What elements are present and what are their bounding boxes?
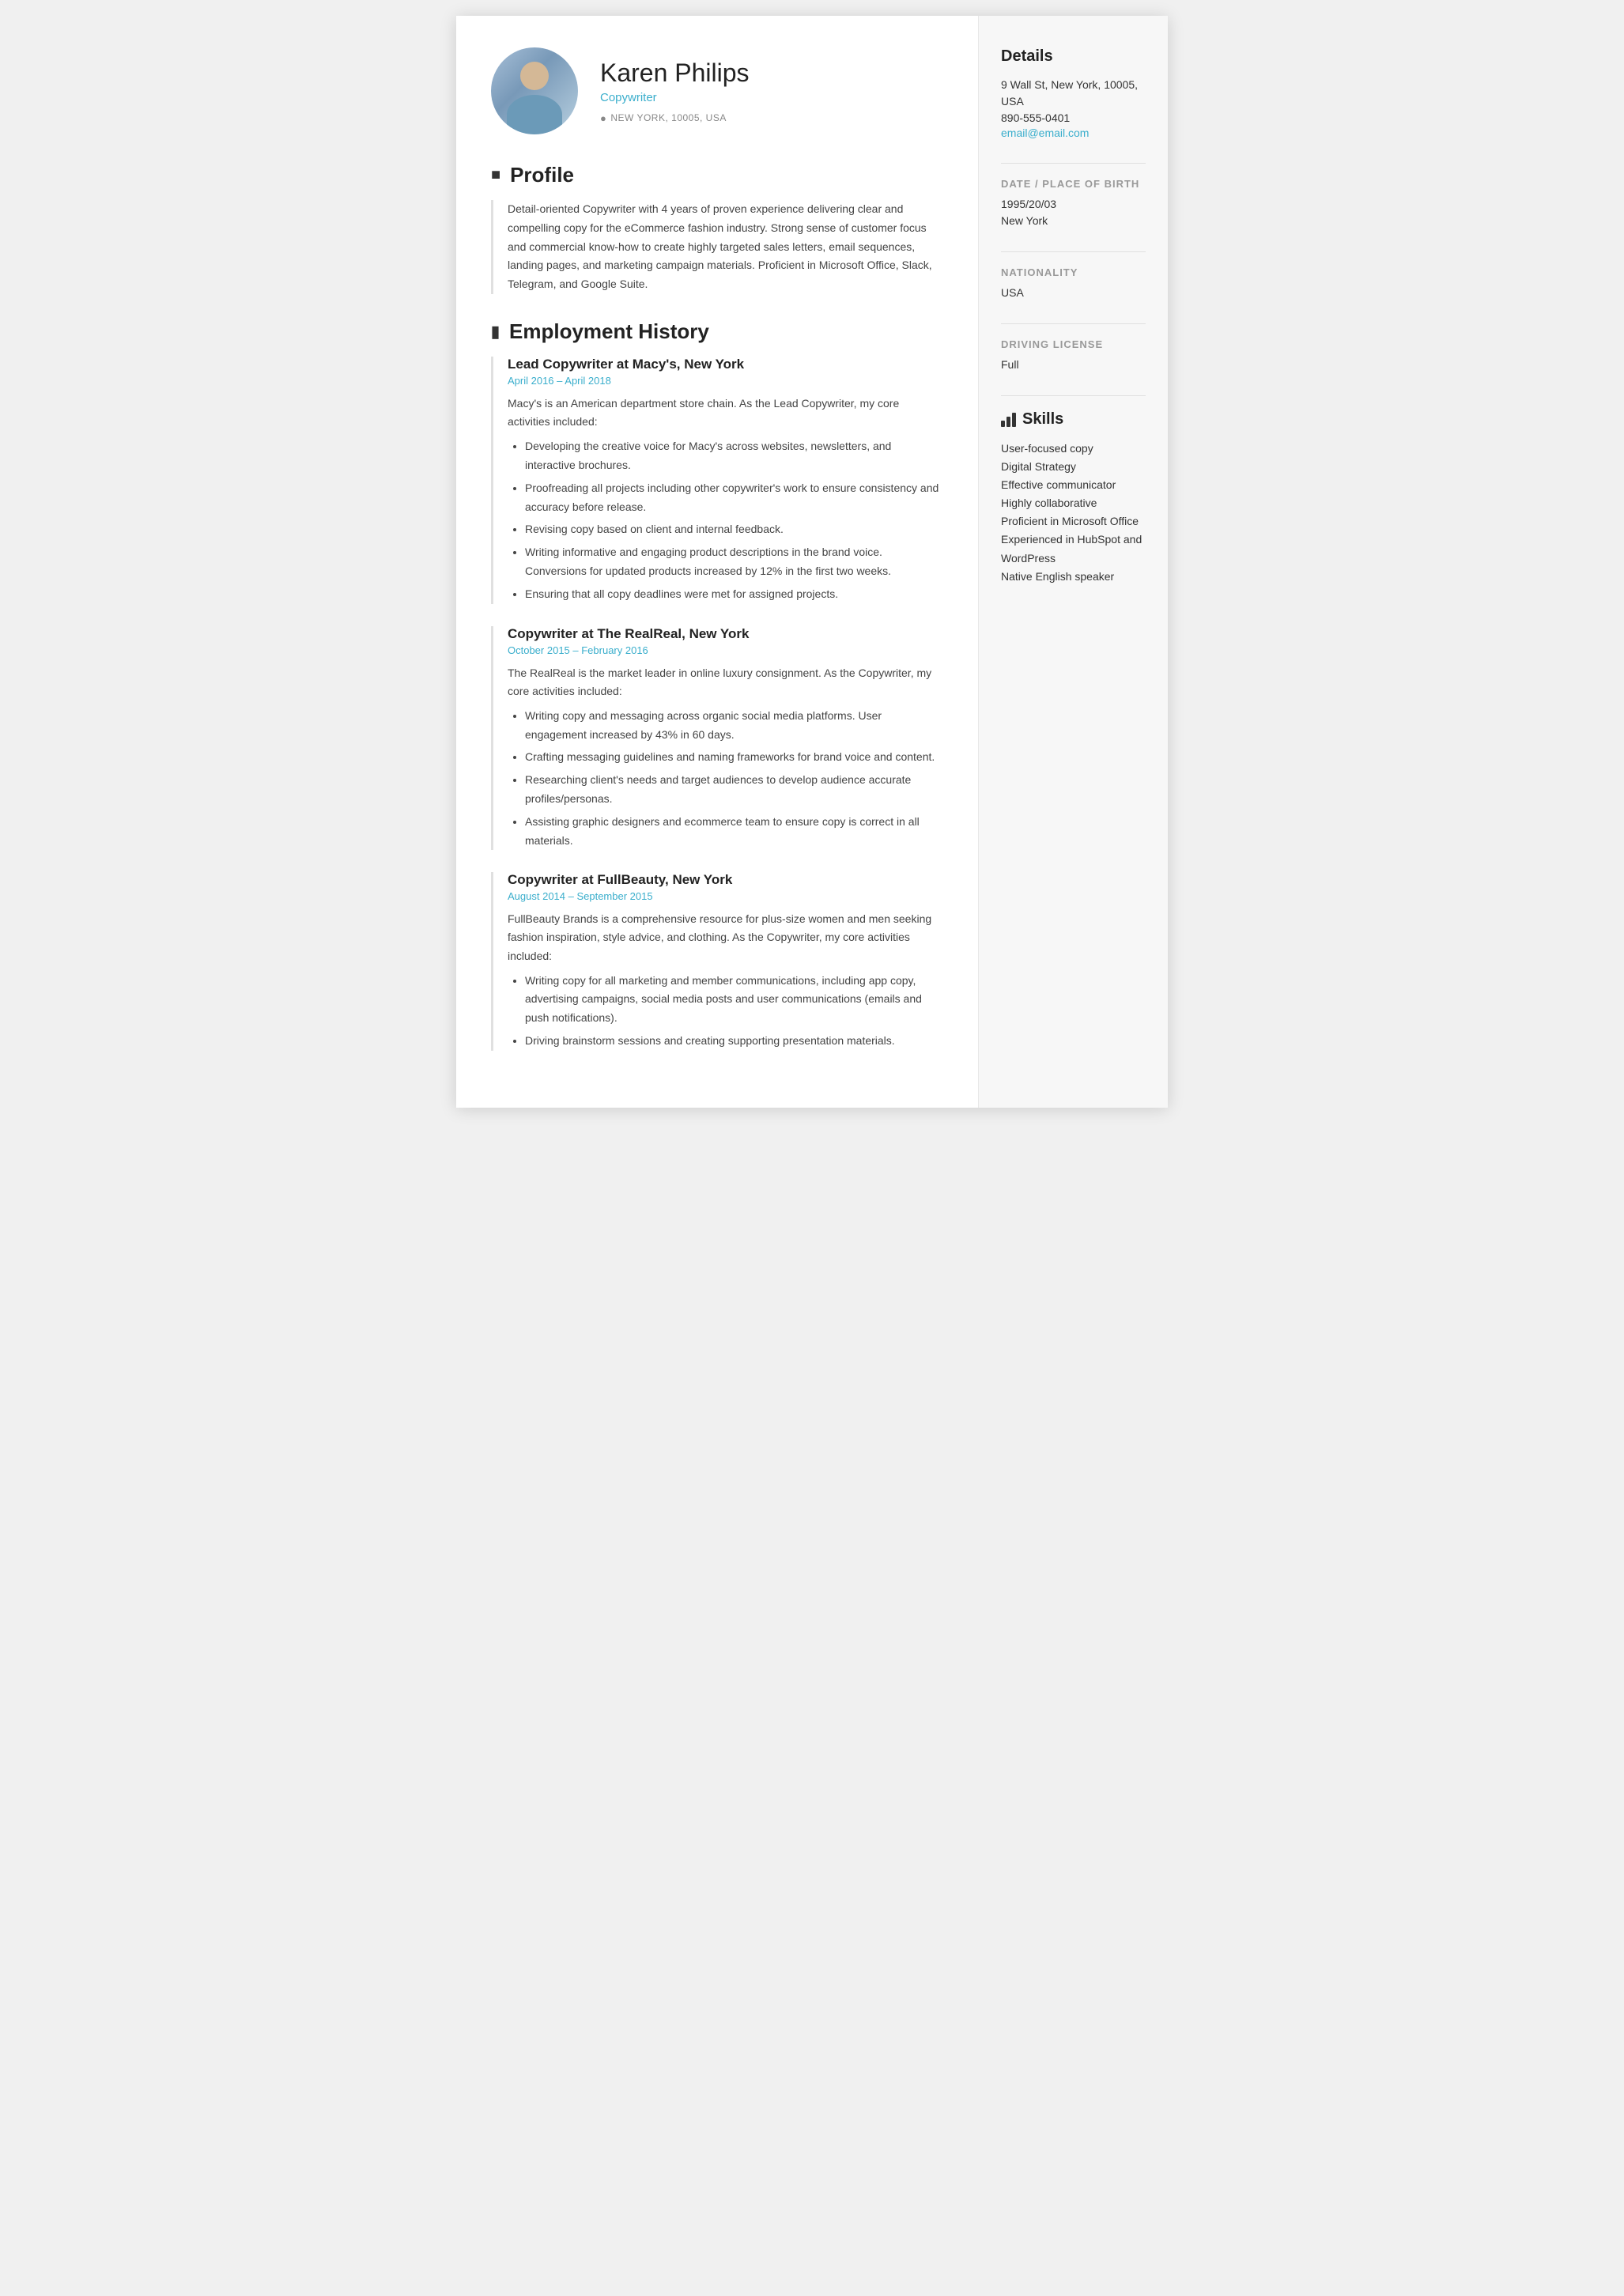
skill-item: Digital Strategy <box>1001 458 1146 476</box>
license-section: DRIVING LICENSE Full <box>1001 338 1146 373</box>
person-icon: ■ <box>491 166 500 184</box>
list-item: Ensuring that all copy deadlines were me… <box>525 585 943 604</box>
jobs-container: Lead Copywriter at Macy's, New York April… <box>491 357 943 1051</box>
job-item: Copywriter at FullBeauty, New York August… <box>491 872 943 1050</box>
job-item: Lead Copywriter at Macy's, New York April… <box>491 357 943 604</box>
phone: 890-555-0401 <box>1001 110 1146 127</box>
list-item: Writing copy for all marketing and membe… <box>525 972 943 1028</box>
job-dates: April 2016 – April 2018 <box>508 375 943 387</box>
details-title: Details <box>1001 47 1146 66</box>
resume-header: Karen Philips Copywriter ● NEW YORK, 100… <box>491 47 943 134</box>
nationality-value: USA <box>1001 285 1146 301</box>
employment-section: ▮ Employment History Lead Copywriter at … <box>491 319 943 1051</box>
birthplace-value: New York <box>1001 213 1146 229</box>
skill-item: Experienced in HubSpot and WordPress <box>1001 531 1146 567</box>
list-item: Crafting messaging guidelines and naming… <box>525 748 943 767</box>
profile-section-title: ■ Profile <box>491 163 943 187</box>
profile-text: Detail-oriented Copywriter with 4 years … <box>491 200 943 294</box>
job-description: The RealReal is the market leader in onl… <box>508 664 943 701</box>
job-bullets: Developing the creative voice for Macy's… <box>508 437 943 603</box>
skills-title: Skills <box>1001 410 1146 429</box>
dob-value: 1995/20/03 <box>1001 196 1146 213</box>
list-item: Driving brainstorm sessions and creating… <box>525 1032 943 1051</box>
divider-4 <box>1001 395 1146 396</box>
main-column: Karen Philips Copywriter ● NEW YORK, 100… <box>456 16 978 1108</box>
details-section: Details 9 Wall St, New York, 10005, USA … <box>1001 47 1146 141</box>
job-dates: August 2014 – September 2015 <box>508 890 943 902</box>
job-bullets: Writing copy and messaging across organi… <box>508 707 943 851</box>
list-item: Proofreading all projects including othe… <box>525 479 943 517</box>
job-title: Copywriter at FullBeauty, New York <box>508 872 943 888</box>
briefcase-icon: ▮ <box>491 322 500 342</box>
list-item: Developing the creative voice for Macy's… <box>525 437 943 475</box>
divider-1 <box>1001 163 1146 164</box>
sidebar: Details 9 Wall St, New York, 10005, USA … <box>978 16 1168 1108</box>
skill-item: User-focused copy <box>1001 440 1146 458</box>
bar-chart-icon <box>1001 413 1016 427</box>
license-value: Full <box>1001 357 1146 373</box>
profile-section: ■ Profile Detail-oriented Copywriter wit… <box>491 163 943 294</box>
skill-item: Effective communicator <box>1001 476 1146 494</box>
job-title: Lead Copywriter at Macy's, New York <box>508 357 943 372</box>
list-item: Researching client's needs and target au… <box>525 771 943 809</box>
job-item: Copywriter at The RealReal, New York Octo… <box>491 626 943 851</box>
nationality-label: NATIONALITY <box>1001 266 1146 278</box>
skills-section: Skills User-focused copyDigital Strategy… <box>1001 410 1146 586</box>
license-label: DRIVING LICENSE <box>1001 338 1146 350</box>
divider-3 <box>1001 323 1146 324</box>
skills-list: User-focused copyDigital StrategyEffecti… <box>1001 440 1146 586</box>
address: 9 Wall St, New York, 10005, USA <box>1001 77 1146 110</box>
dob-label: DATE / PLACE OF BIRTH <box>1001 178 1146 190</box>
job-description: Macy's is an American department store c… <box>508 395 943 431</box>
skill-item: Proficient in Microsoft Office <box>1001 512 1146 531</box>
divider-2 <box>1001 251 1146 252</box>
avatar <box>491 47 578 134</box>
avatar-image <box>491 47 578 134</box>
list-item: Assisting graphic designers and ecommerc… <box>525 813 943 851</box>
dob-section: DATE / PLACE OF BIRTH 1995/20/03 New Yor… <box>1001 178 1146 229</box>
skill-item: Highly collaborative <box>1001 494 1146 512</box>
header-info: Karen Philips Copywriter ● NEW YORK, 100… <box>600 59 943 124</box>
job-title: Copywriter at The RealReal, New York <box>508 626 943 642</box>
job-description: FullBeauty Brands is a comprehensive res… <box>508 910 943 965</box>
email-link[interactable]: email@email.com <box>1001 127 1089 139</box>
skill-item: Native English speaker <box>1001 568 1146 586</box>
employment-section-title: ▮ Employment History <box>491 319 943 344</box>
candidate-name: Karen Philips <box>600 59 943 88</box>
candidate-title: Copywriter <box>600 91 943 104</box>
candidate-location: ● NEW YORK, 10005, USA <box>600 112 943 124</box>
list-item: Writing copy and messaging across organi… <box>525 707 943 745</box>
job-dates: October 2015 – February 2016 <box>508 644 943 656</box>
list-item: Revising copy based on client and intern… <box>525 520 943 539</box>
job-bullets: Writing copy for all marketing and membe… <box>508 972 943 1051</box>
list-item: Writing informative and engaging product… <box>525 543 943 581</box>
nationality-section: NATIONALITY USA <box>1001 266 1146 301</box>
location-icon: ● <box>600 112 606 124</box>
resume-page: Karen Philips Copywriter ● NEW YORK, 100… <box>456 16 1168 1108</box>
